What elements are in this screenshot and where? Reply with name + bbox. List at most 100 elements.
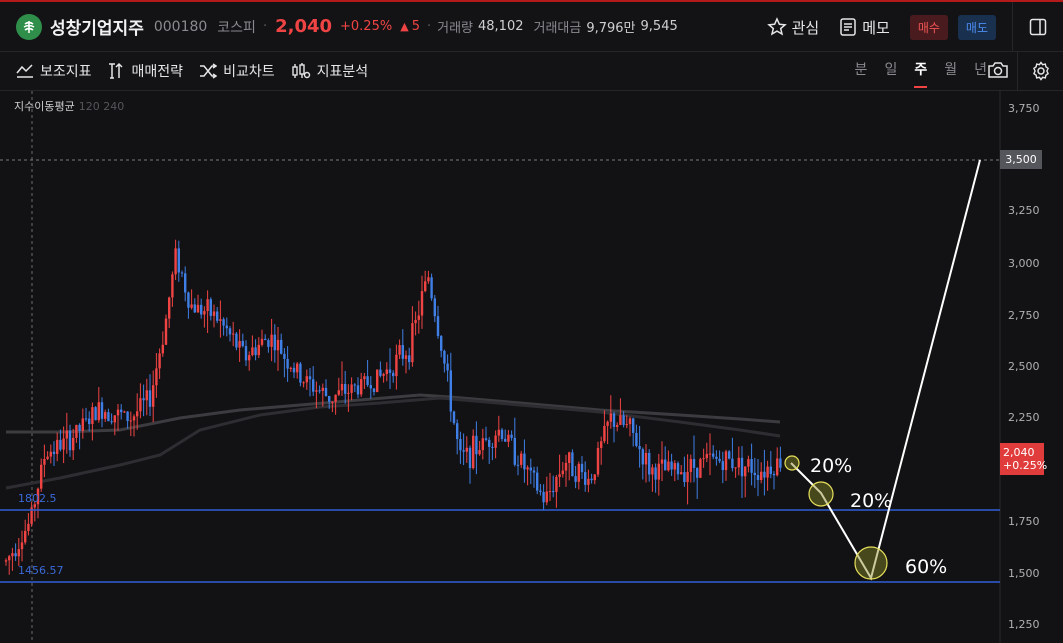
- projection-point-3[interactable]: [854, 546, 888, 580]
- indicators-button[interactable]: 보조지표: [16, 61, 92, 81]
- candle-body: [110, 421, 113, 423]
- memo-button[interactable]: 메모: [839, 17, 890, 38]
- candle-body: [654, 467, 657, 480]
- candle-body: [75, 424, 78, 438]
- pct-label-1: 20%: [810, 455, 853, 477]
- candle-body: [196, 304, 200, 313]
- y-tick: 3,000: [1008, 257, 1040, 270]
- candle-body: [232, 333, 235, 335]
- candle-body: [664, 459, 667, 471]
- candle-body: [456, 423, 459, 440]
- candle-body: [212, 311, 216, 316]
- candle-body: [318, 390, 321, 392]
- strategy-button[interactable]: 매매전략: [108, 61, 183, 81]
- candle-body: [712, 453, 715, 457]
- candle-body: [382, 374, 385, 376]
- candle-body: [286, 358, 289, 369]
- candle-body: [238, 340, 241, 348]
- period-day[interactable]: 일: [884, 52, 897, 90]
- watch-button[interactable]: 관심: [766, 17, 819, 38]
- candle-body: [308, 376, 312, 380]
- candle-body: [680, 472, 683, 475]
- compare-button[interactable]: 비교차트: [199, 61, 275, 81]
- candle-body: [190, 304, 193, 308]
- candle-body: [206, 299, 209, 312]
- candle-body: [222, 319, 225, 326]
- buy-button[interactable]: 매수: [909, 14, 948, 40]
- candle-body: [420, 291, 424, 316]
- candle-body: [123, 411, 126, 413]
- candle-body: [446, 363, 449, 371]
- compare-label: 비교차트: [223, 64, 275, 80]
- projection-point-1[interactable]: [784, 455, 800, 471]
- candle-body: [424, 281, 427, 292]
- analysis-label: 지표분석: [316, 64, 369, 80]
- y-tick: 3,750: [1008, 102, 1040, 115]
- y-tick: 2,500: [1008, 360, 1040, 373]
- candle-body: [539, 490, 542, 492]
- candle-body: [600, 441, 603, 448]
- candle-body: [510, 434, 513, 438]
- candle-body: [536, 472, 539, 491]
- candle-body: [516, 464, 520, 466]
- candle-body: [62, 438, 65, 450]
- settings-button[interactable]: [1017, 52, 1063, 90]
- candle-body: [59, 439, 62, 450]
- moving-average-lines: [5, 393, 781, 490]
- projection-path[interactable]: [790, 159, 981, 581]
- candle-body: [104, 412, 107, 419]
- candle-body: [548, 491, 552, 493]
- change-value: 5: [411, 19, 420, 34]
- candle-body: [520, 453, 523, 465]
- candle-body: [315, 390, 318, 392]
- market-name: 코스피: [217, 19, 256, 36]
- candle-body: [312, 379, 315, 392]
- candle-body: [388, 369, 392, 373]
- projection-point-2[interactable]: [808, 481, 834, 507]
- candle-body: [641, 449, 644, 465]
- period-year[interactable]: 년: [974, 52, 987, 90]
- side-panel-toggle[interactable]: [1012, 2, 1063, 52]
- candle-body: [17, 549, 20, 557]
- period-week[interactable]: 주: [914, 52, 927, 90]
- candle-body: [235, 333, 238, 348]
- candle-body: [590, 478, 593, 481]
- period-minute[interactable]: 분: [855, 52, 868, 90]
- y-tick: 1,250: [1008, 618, 1040, 631]
- price-chart[interactable]: [0, 91, 1063, 643]
- candle-body: [369, 384, 372, 389]
- candle-body: [542, 491, 545, 503]
- candle-body: [408, 355, 411, 363]
- candle-body: [56, 439, 59, 455]
- period-month[interactable]: 월: [944, 52, 957, 90]
- candle-body: [107, 412, 110, 422]
- volume-label: 거래량: [437, 21, 473, 36]
- pct-label-3: 60%: [905, 556, 948, 578]
- candle-body: [289, 367, 292, 369]
- candle-body: [702, 458, 705, 460]
- sell-button[interactable]: 매도: [957, 14, 996, 40]
- candle-body: [46, 456, 49, 459]
- candle-body: [78, 424, 81, 431]
- amount-label: 거래대금: [533, 21, 582, 36]
- candle-body: [120, 409, 123, 413]
- candle-body: [606, 421, 609, 426]
- ma-legend-periods: 120 240: [78, 100, 125, 113]
- analysis-button[interactable]: 지표분석: [291, 61, 369, 81]
- candle-body: [763, 471, 766, 478]
- candle-body: [612, 413, 616, 427]
- ma-legend-title: 지수이동평균: [14, 100, 75, 113]
- candle-body: [433, 298, 436, 317]
- candle-body: [72, 437, 75, 451]
- candle-body: [52, 451, 56, 455]
- candle-body: [200, 304, 203, 315]
- screenshot-button[interactable]: [987, 60, 1009, 84]
- candle-body: [248, 355, 251, 361]
- candle-body: [683, 472, 686, 483]
- separator-dot: ·: [426, 19, 432, 34]
- candle-body: [161, 344, 164, 354]
- candle-body: [273, 334, 276, 351]
- candle-body: [65, 430, 68, 439]
- candle-body: [628, 418, 632, 425]
- indicator-icon: [16, 64, 33, 78]
